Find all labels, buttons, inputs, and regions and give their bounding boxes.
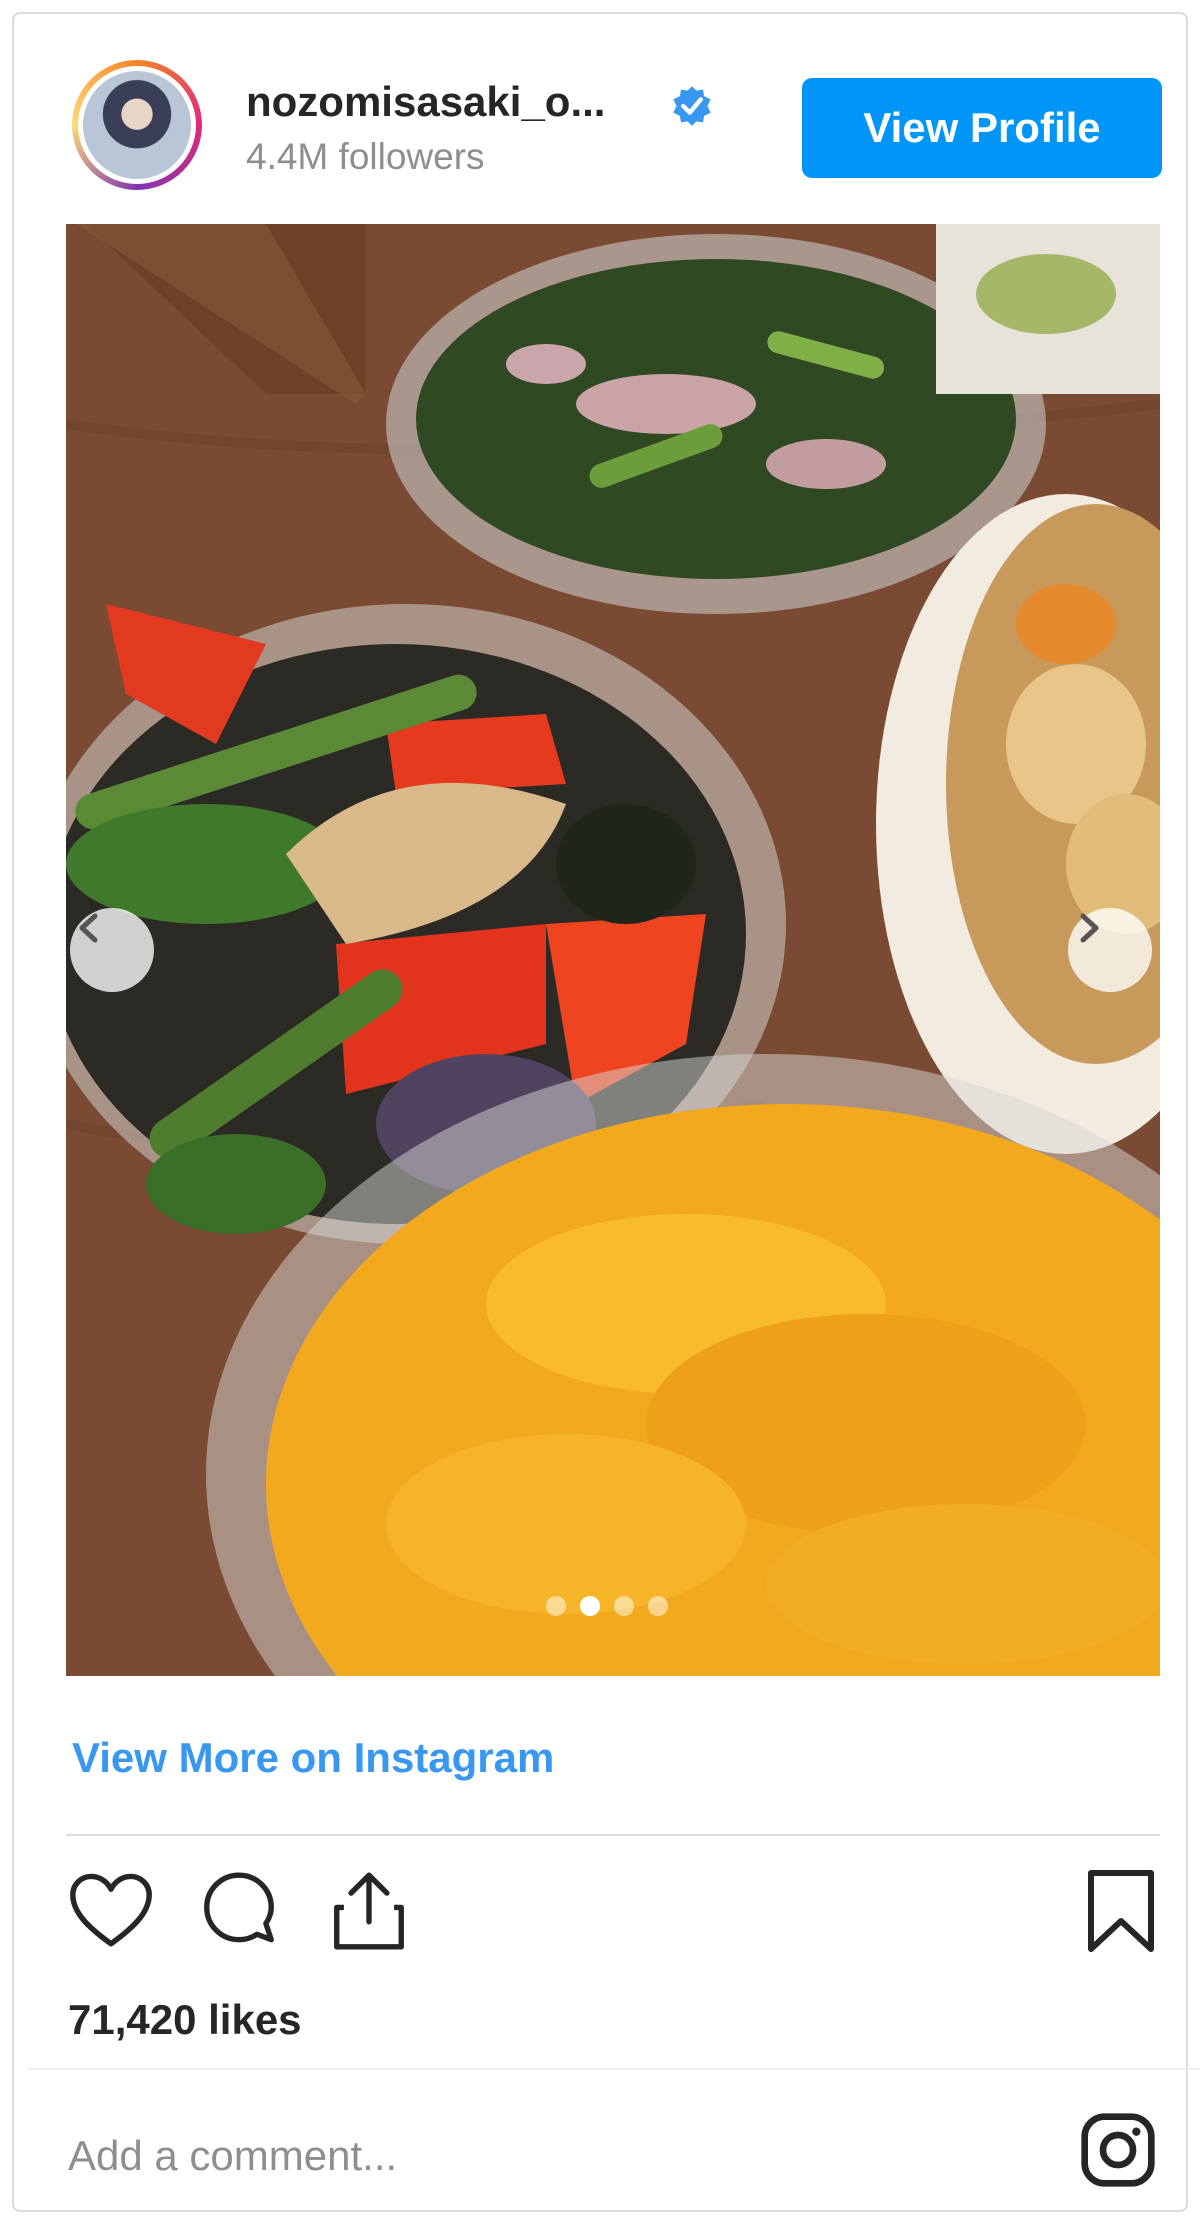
instagram-icon[interactable] — [1078, 2110, 1158, 2190]
save-button[interactable] — [1076, 1866, 1166, 1956]
like-count: 71,420 likes — [68, 1996, 302, 2043]
avatar[interactable] — [72, 60, 202, 190]
chevron-left-icon — [79, 913, 98, 943]
view-more-link[interactable]: View More on Instagram — [72, 1734, 554, 1782]
avatar-image — [78, 66, 196, 184]
comment-input[interactable]: Add a comment... — [68, 2132, 397, 2180]
action-bar — [66, 1866, 1160, 1956]
food-photo-illustration — [66, 224, 1160, 1676]
follower-count: 4.4M followers — [246, 136, 485, 177]
like-button[interactable] — [66, 1866, 156, 1956]
carousel-dot[interactable] — [648, 1596, 668, 1616]
comment-bubble-icon — [204, 1872, 274, 1943]
username[interactable]: nozomisasaki_o... — [246, 78, 605, 126]
divider — [28, 2068, 1200, 2070]
carousel-dot-active[interactable] — [580, 1596, 600, 1616]
divider — [66, 1834, 1160, 1836]
bookmark-icon — [1088, 1870, 1154, 1952]
post-header: nozomisasaki_o... 4.4M followers View Pr… — [58, 44, 1162, 194]
share-button[interactable] — [324, 1866, 414, 1956]
heart-icon — [70, 1873, 152, 1947]
instagram-embed-card: nozomisasaki_o... 4.4M followers View Pr… — [12, 12, 1200, 2212]
carousel-prev-button[interactable] — [70, 908, 154, 992]
comment-button[interactable] — [194, 1866, 284, 1956]
carousel-dot[interactable] — [614, 1596, 634, 1616]
verified-badge-icon — [673, 86, 711, 126]
carousel-indicator — [546, 1596, 668, 1616]
post-photo[interactable] — [66, 224, 1160, 1676]
carousel-next-button[interactable] — [1068, 908, 1152, 992]
view-profile-button[interactable]: View Profile — [802, 78, 1162, 178]
share-icon — [334, 1872, 404, 1950]
chevron-right-icon — [1080, 913, 1099, 943]
carousel-dot[interactable] — [546, 1596, 566, 1616]
